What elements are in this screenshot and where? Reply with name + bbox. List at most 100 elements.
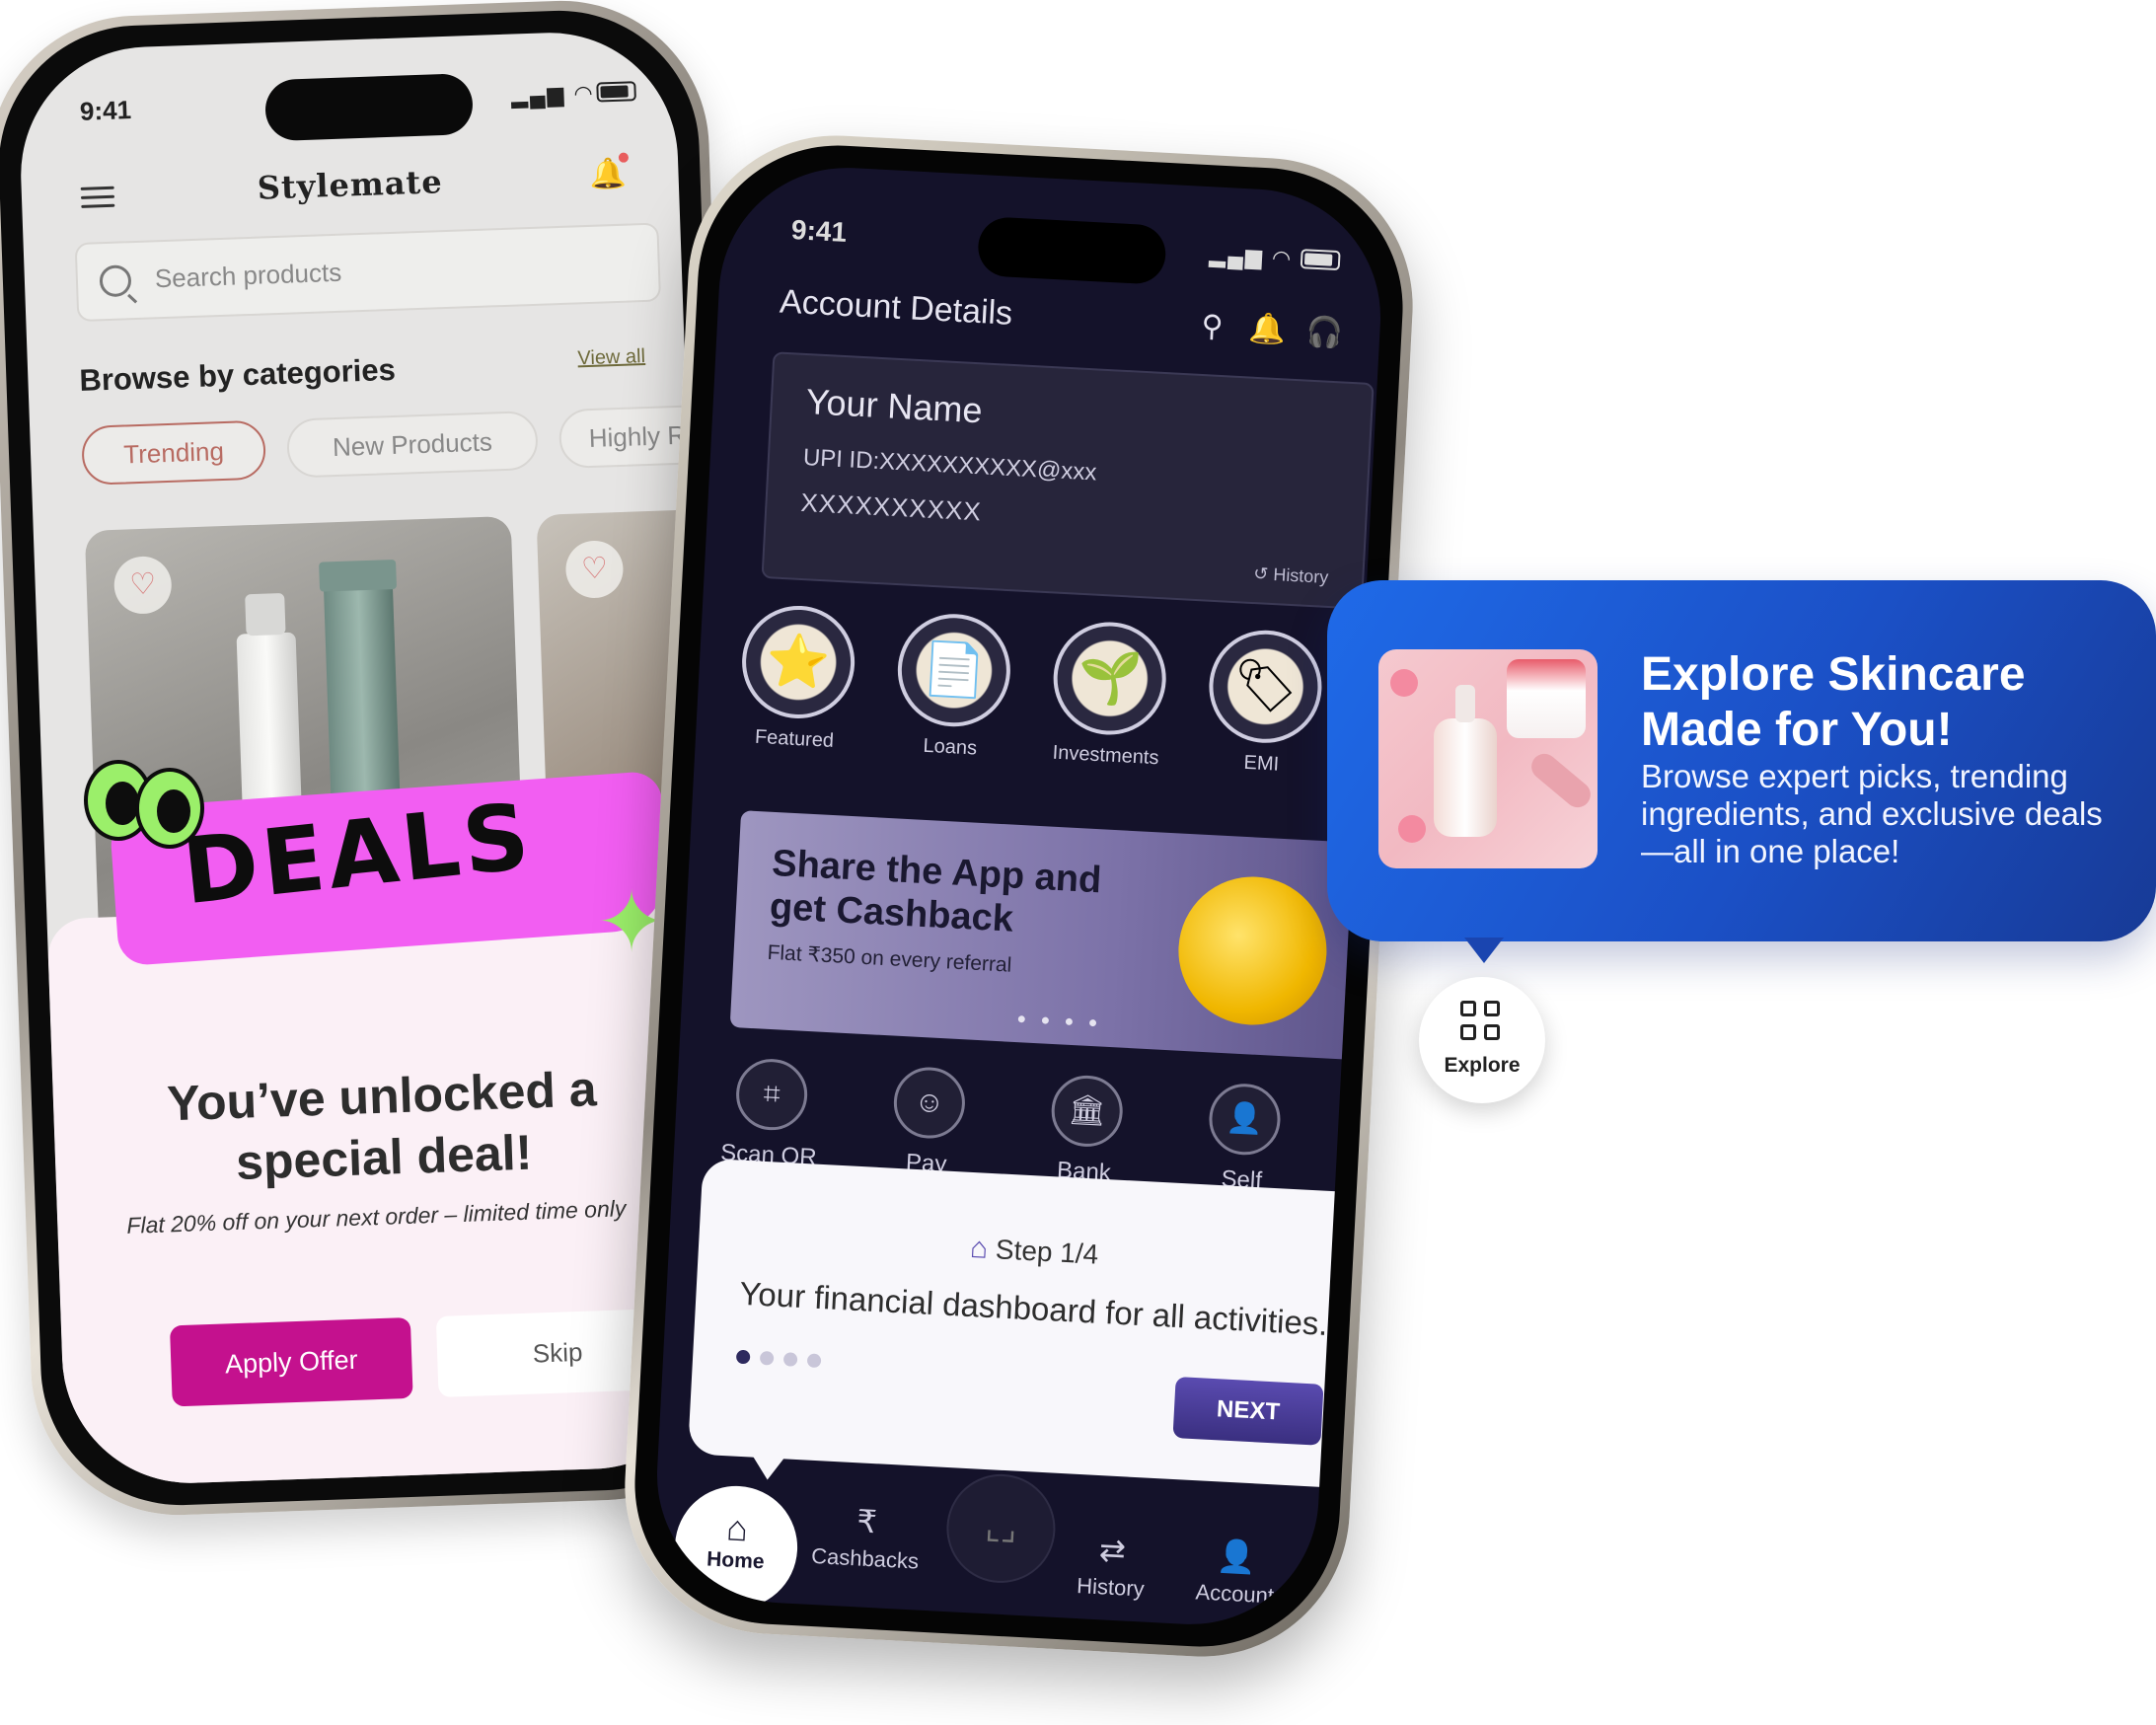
notification-bell-icon[interactable]: 🔔: [589, 157, 627, 197]
chip-trending[interactable]: Trending: [81, 419, 267, 486]
home-icon: ⌂: [725, 1507, 750, 1549]
loan-document-icon: 📄: [921, 639, 988, 701]
step-dot: [759, 1350, 775, 1366]
tooltip-title-line2: Made for You!: [1641, 704, 1953, 756]
tooltip-title: Explore Skincare Made for You!: [1641, 647, 2026, 758]
category-investments[interactable]: 🌱 Investments: [1046, 619, 1172, 770]
tooltip-description: Browse expert picks, trending ingredient…: [1641, 758, 2103, 869]
category-label: EMI: [1243, 751, 1280, 776]
cashback-icon: ₹: [855, 1503, 878, 1540]
category-emi[interactable]: 🏷 EMI: [1202, 627, 1328, 779]
nav-home[interactable]: ⌂ Home: [671, 1482, 801, 1612]
battery-icon: [1300, 249, 1341, 271]
heart-icon[interactable]: ♡: [112, 555, 173, 615]
star-icon: ⭐: [765, 632, 832, 693]
nav-history[interactable]: ⇄ History: [1046, 1529, 1177, 1605]
explore-label: Explore: [1444, 1054, 1521, 1077]
dynamic-island: [976, 215, 1167, 285]
signal-wifi-icon: ▂▄▆ ◠: [510, 80, 596, 109]
upi-id: UPI ID:XXXXXXXXXX@xxx: [802, 443, 1098, 487]
action-pay[interactable]: ☺ Pay: [866, 1064, 991, 1180]
app-brand: Stylemate: [257, 163, 444, 207]
status-time: 9:41: [79, 95, 132, 126]
status-time: 9:41: [790, 214, 848, 248]
nav-label: History: [1076, 1573, 1146, 1602]
nav-label: Cashbacks: [810, 1542, 920, 1574]
category-featured[interactable]: ⭐ Featured: [734, 603, 860, 754]
cream-jar-image: [1507, 659, 1586, 738]
explore-button[interactable]: Explore: [1419, 977, 1545, 1103]
search-placeholder: Search products: [154, 257, 342, 294]
nav-label: Account: [1194, 1579, 1275, 1609]
search-input[interactable]: Search products: [74, 222, 662, 323]
skincare-tooltip: Explore Skincare Made for You! Browse ex…: [1327, 580, 2156, 941]
scan-fab-icon[interactable]: ⌞⌟: [943, 1471, 1059, 1586]
bell-icon[interactable]: 🔔: [1246, 309, 1288, 350]
flower-image: [1398, 815, 1426, 843]
tooltip-title-line1: Explore Skincare: [1641, 648, 2026, 701]
history-label: History: [1272, 564, 1329, 587]
category-ring: ⭐: [739, 603, 858, 721]
signal-wifi-icon: ▂▄▆ ◠: [1208, 242, 1294, 271]
phone-bezel: 9:41 ▂▄▆ ◠ Account Details ⚲ 🔔 🎧 Your Na…: [628, 138, 1410, 1654]
bank-icon: 🏛: [1049, 1074, 1125, 1149]
stylemate-screen: 9:41 ▂▄▆ ◠ Stylemate 🔔 Search products B…: [16, 28, 724, 1488]
section-title: Browse by categories: [78, 351, 397, 399]
referral-banner[interactable]: Share the App and get Cashback Flat ₹350…: [729, 810, 1373, 1061]
face-roller-image: [1525, 748, 1597, 813]
dynamic-island: [263, 72, 475, 142]
onboarding-step-card: ⌂ Step 1/4 Your financial dashboard for …: [687, 1158, 1374, 1489]
step-description: Your financial dashboard for all activit…: [738, 1274, 1329, 1342]
bottom-nav: ⌞⌟ ⌂ Home ₹ Cashbacks ⇄ History 👤 Accoun…: [650, 1471, 1318, 1631]
deals-badge: DEALS ✦: [84, 760, 676, 967]
category-ring: 🌱: [1050, 619, 1169, 738]
category-loans[interactable]: 📄 Loans: [890, 611, 1016, 762]
step-progress-dots: [735, 1349, 832, 1374]
flower-image: [1390, 669, 1418, 697]
account-card: Your Name UPI ID:XXXXXXXXXX@xxx XXXXXXXX…: [761, 351, 1375, 610]
step-label: Step 1/4: [995, 1234, 1100, 1270]
tooltip-pointer: [1464, 938, 1504, 963]
plant-coins-icon: 🌱: [1076, 647, 1144, 710]
banner-subtitle: Flat ₹350 on every referral: [767, 940, 1012, 977]
category-label: Investments: [1052, 741, 1159, 770]
action-bank[interactable]: 🏛 Bank: [1024, 1073, 1149, 1189]
emi-stamp-icon: 🏷: [1230, 656, 1300, 717]
next-button[interactable]: NEXT: [1172, 1377, 1324, 1446]
view-all-link[interactable]: View all: [577, 345, 645, 370]
nav-cashbacks[interactable]: ₹ Cashbacks: [800, 1499, 931, 1575]
nav-label: Home: [706, 1547, 766, 1574]
category-ring: 📄: [894, 611, 1013, 730]
home-icon: ⌂: [969, 1231, 990, 1265]
search-icon: [99, 264, 132, 298]
user-icon: 👤: [1216, 1538, 1258, 1576]
nav-account[interactable]: 👤 Account: [1170, 1535, 1301, 1611]
action-self[interactable]: 👤 Self: [1182, 1081, 1306, 1197]
headset-icon[interactable]: 🎧: [1303, 312, 1345, 353]
grid-icon: [1460, 1001, 1504, 1044]
megaphone-icon: [1174, 872, 1331, 1029]
history-link[interactable]: ↺ History: [1253, 563, 1329, 588]
carousel-dots[interactable]: ● ● ● ●: [1016, 1011, 1103, 1033]
category-ring: 🏷: [1206, 627, 1325, 746]
account-number: XXXXXXXXXX: [799, 487, 983, 527]
finance-phone: 9:41 ▂▄▆ ◠ Account Details ⚲ 🔔 🎧 Your Na…: [617, 127, 1421, 1665]
transfer-arrows-icon: ⇄: [1098, 1532, 1127, 1569]
search-icon[interactable]: ⚲: [1191, 306, 1232, 347]
step-header: ⌂ Step 1/4: [699, 1218, 1371, 1287]
step-dot: [782, 1352, 798, 1367]
apply-offer-button[interactable]: Apply Offer: [169, 1316, 413, 1407]
finance-screen: 9:41 ▂▄▆ ◠ Account Details ⚲ 🔔 🎧 Your Na…: [650, 161, 1387, 1631]
account-name: Your Name: [804, 381, 984, 431]
pay-icon: ☺: [892, 1065, 967, 1141]
status-bar: 9:41 ▂▄▆ ◠: [17, 29, 677, 160]
heart-icon[interactable]: ♡: [564, 539, 625, 599]
phone-bezel: 9:41 ▂▄▆ ◠ Stylemate 🔔 Search products B…: [0, 6, 746, 1510]
banner-title: Share the App and get Cashback: [769, 842, 1102, 945]
eye-icon: [135, 768, 204, 849]
page-title: Account Details: [779, 282, 1014, 333]
action-scan-qr[interactable]: ⌗ Scan QR: [708, 1056, 833, 1172]
self-transfer-icon: 👤: [1207, 1082, 1283, 1158]
step-dot: [735, 1349, 751, 1365]
chip-new-products[interactable]: New Products: [285, 410, 539, 479]
